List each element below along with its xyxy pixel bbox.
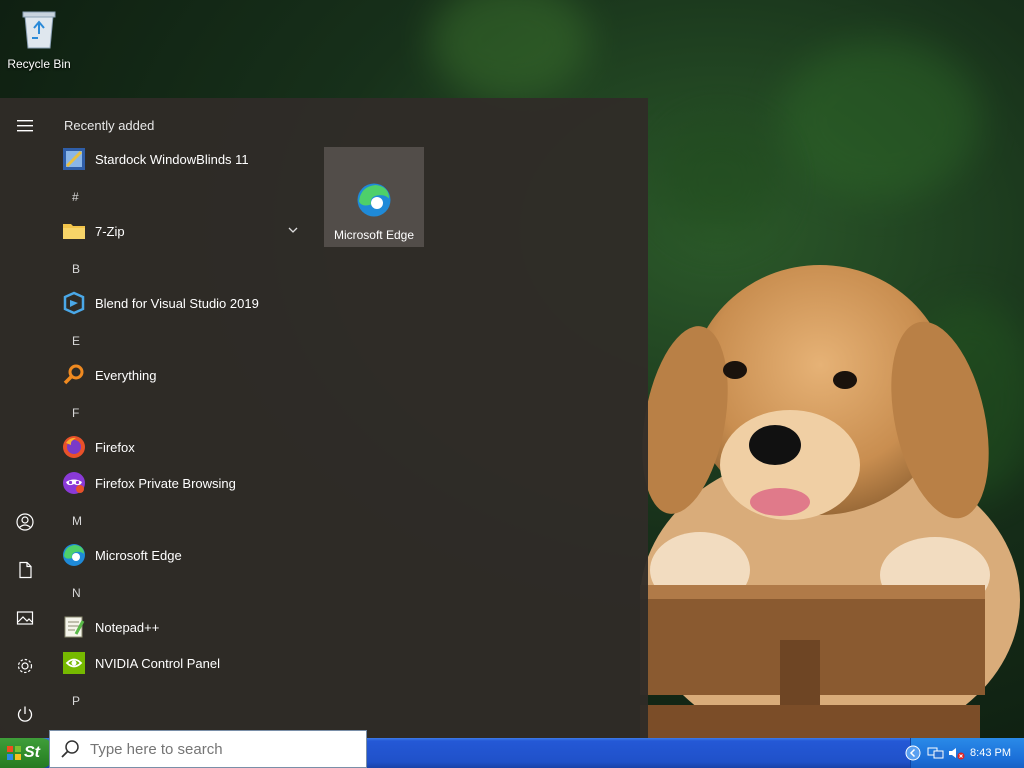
firefox-private-icon bbox=[62, 471, 86, 495]
tile-microsoft-edge[interactable]: Microsoft Edge bbox=[324, 147, 424, 247]
letter-header[interactable]: P bbox=[72, 694, 80, 708]
windowblinds-icon bbox=[62, 147, 86, 171]
puppy-photo bbox=[640, 265, 1020, 740]
start-label: St bbox=[24, 744, 40, 761]
volume-muted-icon[interactable] bbox=[947, 745, 965, 761]
app-label: Everything bbox=[95, 367, 157, 383]
edge-icon bbox=[62, 543, 86, 567]
app-label: Stardock WindowBlinds 11 bbox=[95, 151, 249, 167]
pictures-icon bbox=[16, 611, 34, 625]
tile-label: Microsoft Edge bbox=[333, 228, 415, 242]
folder-icon bbox=[62, 219, 86, 243]
app-label: 7-Zip bbox=[95, 223, 125, 239]
app-label: Microsoft Edge bbox=[95, 547, 182, 563]
app-item-7zip[interactable]: 7-Zip bbox=[62, 215, 306, 247]
pictures-button[interactable] bbox=[9, 602, 41, 634]
user-icon bbox=[16, 513, 34, 531]
recycle-bin-desktop-icon[interactable]: Recycle Bin bbox=[4, 6, 74, 71]
start-menu: Recently added Stardock WindowBlinds 11 … bbox=[0, 98, 648, 738]
letter-header[interactable]: F bbox=[72, 406, 79, 420]
search-box[interactable] bbox=[49, 730, 367, 768]
clock[interactable]: 8:43 PM bbox=[970, 747, 1011, 759]
app-label: Firefox bbox=[95, 439, 135, 455]
app-label: NVIDIA Control Panel bbox=[95, 655, 221, 671]
app-item-blend[interactable]: Blend for Visual Studio 2019 bbox=[62, 287, 306, 319]
show-hidden-icons-icon[interactable] bbox=[905, 745, 921, 761]
network-icon[interactable] bbox=[927, 745, 945, 761]
power-icon bbox=[17, 706, 33, 722]
firefox-icon bbox=[62, 435, 86, 459]
letter-header[interactable]: # bbox=[72, 190, 79, 204]
hamburger-icon bbox=[17, 120, 33, 132]
account-button[interactable] bbox=[9, 506, 41, 538]
edge-icon bbox=[357, 183, 391, 217]
system-tray: 8:43 PM bbox=[905, 738, 1024, 768]
letter-header[interactable]: B bbox=[72, 262, 80, 276]
chevron-down-icon[interactable] bbox=[286, 223, 300, 237]
taskbar: St 8:43 PM bbox=[0, 730, 1024, 768]
nvidia-icon bbox=[62, 651, 86, 675]
recycle-bin-icon bbox=[22, 11, 56, 49]
app-item-windowblinds[interactable]: Stardock WindowBlinds 11 bbox=[62, 143, 306, 175]
tile-area: Microsoft Edge bbox=[324, 147, 424, 247]
app-item-edge[interactable]: Microsoft Edge bbox=[62, 539, 306, 571]
app-label: Notepad++ bbox=[95, 619, 160, 635]
letter-header[interactable]: M bbox=[72, 514, 82, 528]
start-rail bbox=[0, 98, 50, 738]
search-input[interactable] bbox=[88, 739, 352, 759]
power-button[interactable] bbox=[9, 698, 41, 730]
documents-icon bbox=[19, 561, 32, 579]
app-item-nvidia[interactable]: NVIDIA Control Panel bbox=[62, 647, 306, 679]
app-list[interactable]: Recently added Stardock WindowBlinds 11 … bbox=[50, 98, 310, 738]
magnifier-icon bbox=[62, 363, 86, 387]
letter-header[interactable]: N bbox=[72, 586, 81, 600]
app-item-everything[interactable]: Everything bbox=[62, 359, 306, 391]
expand-menu-button[interactable] bbox=[9, 110, 41, 142]
letter-header[interactable]: E bbox=[72, 334, 80, 348]
windows-logo-icon bbox=[7, 746, 21, 760]
blend-icon bbox=[62, 291, 86, 315]
app-item-firefox[interactable]: Firefox bbox=[62, 431, 306, 463]
app-item-firefox-private[interactable]: Firefox Private Browsing bbox=[62, 467, 306, 499]
app-label: Blend for Visual Studio 2019 bbox=[95, 295, 259, 311]
documents-button[interactable] bbox=[9, 554, 41, 586]
recently-added-title: Recently added bbox=[64, 118, 155, 133]
settings-icon bbox=[17, 658, 33, 674]
recycle-bin-label: Recycle Bin bbox=[7, 57, 71, 71]
start-button[interactable]: St bbox=[0, 738, 52, 768]
search-icon bbox=[61, 740, 79, 758]
settings-button[interactable] bbox=[9, 650, 41, 682]
app-label: Firefox Private Browsing bbox=[95, 475, 236, 491]
app-item-notepadpp[interactable]: Notepad++ bbox=[62, 611, 306, 643]
notepadpp-icon bbox=[62, 615, 86, 639]
